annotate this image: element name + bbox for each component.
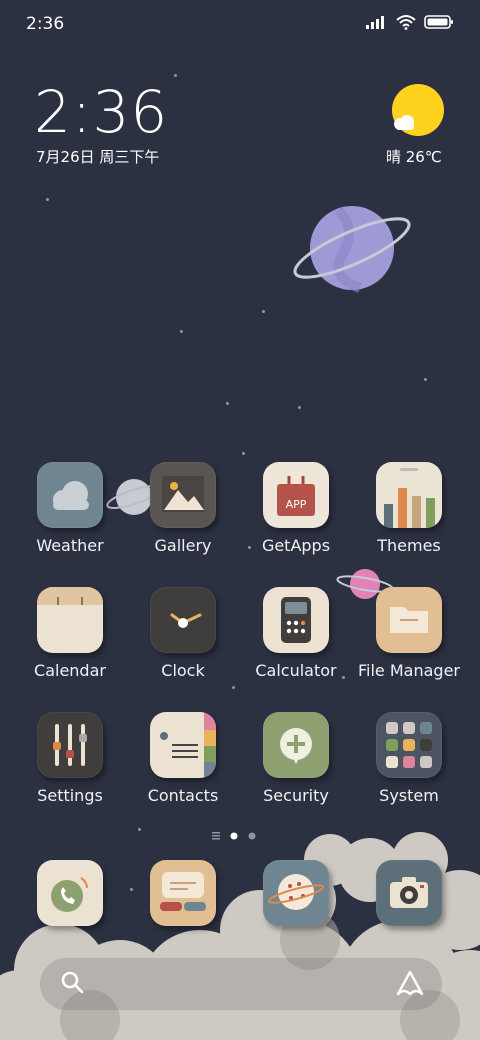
message-icon: [150, 860, 216, 926]
wifi-icon: [396, 15, 416, 30]
app-store-bag-icon: APP: [263, 462, 329, 528]
contacts-book-icon: [150, 712, 216, 778]
star: [174, 74, 177, 77]
search-icon[interactable]: [58, 968, 88, 998]
app-label: Security: [263, 786, 329, 805]
clock-widget-time[interactable]: 2:36: [34, 78, 168, 146]
weather-widget-text[interactable]: 晴 26℃: [386, 146, 442, 167]
dock-camera[interactable]: [353, 860, 465, 926]
app-security[interactable]: Security: [240, 712, 352, 805]
app-label: Gallery: [154, 536, 212, 555]
app-label: Contacts: [147, 786, 219, 805]
app-weather[interactable]: Weather: [14, 462, 126, 555]
star: [424, 378, 427, 381]
star: [180, 330, 183, 333]
app-file-manager[interactable]: File Manager: [353, 587, 465, 680]
app-label: File Manager: [358, 661, 460, 680]
app-badge: APP: [286, 498, 307, 511]
star: [46, 198, 49, 201]
mountain-photo-icon: [150, 462, 216, 528]
calculator-icon: [263, 587, 329, 653]
planet-decoration: [293, 206, 411, 293]
battery-icon: [424, 15, 453, 29]
app-themes[interactable]: Themes: [353, 462, 465, 555]
search-bar[interactable]: [40, 958, 442, 1010]
clock-icon: [150, 587, 216, 653]
star: [298, 406, 301, 409]
app-label: Settings: [37, 786, 103, 805]
status-time: 2:36: [26, 14, 65, 34]
sliders-icon: [37, 712, 103, 778]
app-contacts[interactable]: Contacts: [127, 712, 239, 805]
page-indicator[interactable]: [0, 828, 480, 847]
app-label: GetApps: [261, 536, 331, 555]
app-calculator[interactable]: Calculator: [240, 587, 352, 680]
cloud-icon: [37, 462, 103, 528]
app-gallery[interactable]: Gallery: [127, 462, 239, 555]
app-getapps[interactable]: APP GetApps: [240, 462, 352, 555]
system-folder-icon: [376, 712, 442, 778]
theme-bars-icon: [376, 462, 442, 528]
clock-widget-date[interactable]: 7月26日 周三下午: [36, 146, 159, 167]
star: [242, 452, 245, 455]
shield-plus-icon: [263, 712, 329, 778]
assistant-icon[interactable]: [394, 968, 426, 998]
star: [232, 686, 235, 689]
app-label: Calendar: [34, 661, 106, 680]
star: [226, 402, 229, 405]
signal-icon: [366, 16, 384, 29]
app-calendar[interactable]: Calendar: [14, 587, 126, 680]
app-label: Weather: [36, 536, 104, 555]
calendar-icon: [37, 587, 103, 653]
dock-phone[interactable]: [14, 860, 126, 926]
app-clock[interactable]: Clock: [127, 587, 239, 680]
app-system[interactable]: System: [353, 712, 465, 805]
page-dots: [212, 832, 256, 840]
star: [262, 310, 265, 313]
app-label: System: [379, 786, 439, 805]
camera-icon: [376, 860, 442, 926]
dock-browser[interactable]: [240, 860, 352, 926]
folder-icon: [376, 587, 442, 653]
small-cloud-icon: [394, 115, 414, 130]
phone-icon: [37, 860, 103, 926]
app-label: Themes: [377, 536, 441, 555]
app-label: Clock: [161, 661, 205, 680]
planet-browser-icon: [263, 860, 329, 926]
dock-messages[interactable]: [127, 860, 239, 926]
app-label: Calculator: [255, 661, 337, 680]
status-icons: [366, 14, 454, 30]
app-settings[interactable]: Settings: [14, 712, 126, 805]
